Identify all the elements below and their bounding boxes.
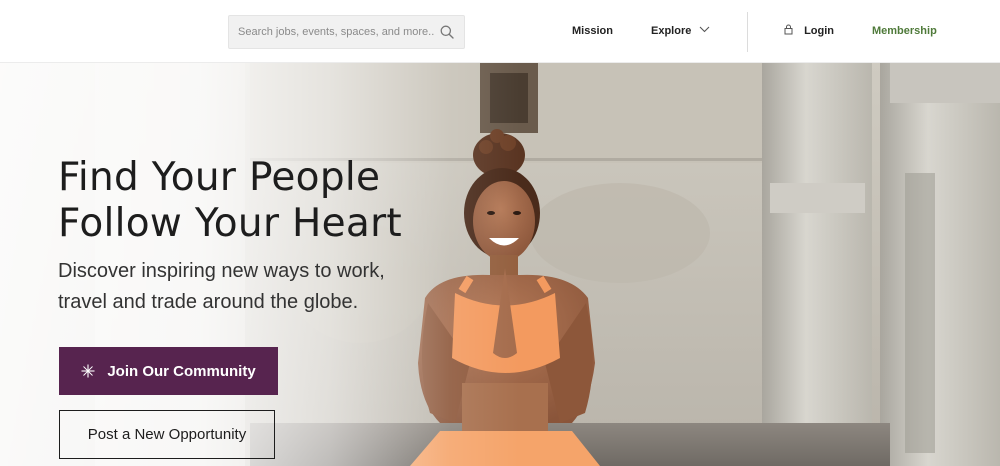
search-input[interactable] [229,16,434,48]
nav-explore-label: Explore [651,25,692,37]
nav-divider [747,12,748,52]
lock-icon [784,24,793,35]
chevron-down-icon [700,26,710,33]
nav-login-link[interactable]: Login [784,24,834,38]
join-community-label: Join Our Community [107,362,256,380]
site-header: Mission Explore Login Membership [0,0,1000,63]
join-community-button[interactable]: Join Our Community [59,347,278,395]
nav-mission-link[interactable]: Mission [572,24,613,38]
nav-membership-link[interactable]: Membership [872,24,937,38]
hero-title-line-2: Follow Your Heart [58,201,403,246]
hero-section: Find Your People Follow Your Heart Disco… [0,63,1000,466]
nav-login-label: Login [804,25,834,37]
search-icon[interactable] [440,25,454,39]
hero-subtitle: Discover inspiring new ways to work, tra… [58,256,418,318]
hero-subtitle-line-2: travel and trade around the globe. [58,291,359,313]
hero-subtitle-line-1: Discover inspiring new ways to work, [58,260,385,282]
hero-title: Find Your People Follow Your Heart [58,155,478,247]
search-box[interactable] [228,15,465,49]
post-opportunity-label: Post a New Opportunity [87,426,247,443]
hero-title-line-1: Find Your People [58,155,381,200]
sparkle-icon [81,364,95,378]
nav-explore-dropdown[interactable]: Explore [651,24,710,38]
post-opportunity-button[interactable]: Post a New Opportunity [59,410,275,459]
